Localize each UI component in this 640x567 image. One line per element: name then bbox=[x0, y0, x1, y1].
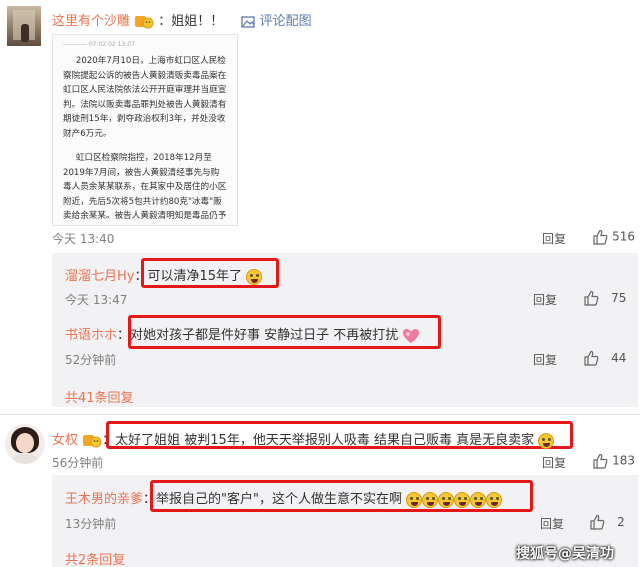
laugh-emoji-icon bbox=[454, 491, 471, 508]
comment-1-header: 这里有个沙雕 ：姐姐！！ 评论配图 bbox=[52, 10, 312, 30]
watermark: 搜狐号@吴清功 bbox=[516, 546, 614, 562]
reply-2-1-time: 13分钟前 bbox=[65, 517, 117, 531]
comment-2-time: 56分钟前 bbox=[52, 456, 104, 470]
reply-1-2-time: 52分钟前 bbox=[65, 353, 117, 367]
comment-2-more-replies-link[interactable]: 共2条回复 bbox=[65, 549, 125, 567]
comment-2-like-count: 183 bbox=[612, 453, 636, 468]
image-icon bbox=[241, 15, 256, 28]
comment-1-time: 今天 13:40 bbox=[52, 232, 115, 246]
thumb-up-icon bbox=[583, 350, 599, 366]
comment-1-text: ：姐姐！！ bbox=[158, 14, 224, 29]
comment-2-header: 女权 ：太好了姐姐 被判15年，他天天举报别人吸毒 结果自己贩毒 真是无良卖家 bbox=[52, 429, 555, 449]
grin-emoji-icon bbox=[538, 432, 555, 449]
reply-2-1-reply-button[interactable]: 回复 bbox=[540, 515, 564, 532]
vip-emoji-icon bbox=[82, 433, 102, 449]
thumb-up-icon bbox=[589, 514, 605, 530]
laugh-emoji-icon bbox=[486, 491, 503, 508]
comment-2-text: ：太好了姐姐 被判15年，他天天举报别人吸毒 结果自己贩毒 真是无良卖家 bbox=[102, 433, 535, 448]
reply-1-2-reply-button[interactable]: 回复 bbox=[533, 351, 557, 368]
laugh-emoji-icon bbox=[246, 268, 263, 285]
reply-1-1: 溜溜七月Hy：可以清净15年了 bbox=[65, 265, 263, 285]
reply-2-1-text: ：举报自己的"客户"，这个人做生意不实在啊 bbox=[143, 492, 402, 507]
reply-1-2: 书语ホホ：对她对孩子都是件好事 安静过日子 不再被打扰 bbox=[65, 324, 420, 344]
thumb-up-icon bbox=[592, 453, 608, 469]
document-paragraph-1: 2020年7月10日，上海市虹口区人民检察院提起公诉的被告人黄毅清贩卖毒品案在虹… bbox=[63, 56, 227, 139]
laugh-emoji-icon bbox=[438, 491, 455, 508]
comment-1-document-image[interactable]: ———— 07:02 02 13.07 2020年7月10日，上海市虹口区人民检… bbox=[52, 34, 238, 226]
reply-1-2-like-count: 44 bbox=[611, 350, 627, 365]
comment-2-reply-button[interactable]: 回复 bbox=[542, 454, 566, 471]
comment-1-like-button[interactable]: 516 bbox=[592, 229, 635, 245]
vip-emoji-icon bbox=[134, 14, 154, 30]
reply-1-2-text: ：对她对孩子都是件好事 安静过日子 不再被打扰 bbox=[117, 328, 399, 343]
heart-emoji-icon bbox=[402, 328, 420, 344]
reply-1-1-like-count: 75 bbox=[611, 290, 627, 305]
comment-1-avatar[interactable] bbox=[7, 6, 41, 46]
comment-2-like-button[interactable]: 183 bbox=[592, 453, 635, 469]
reply-1-1-time: 今天 13:47 bbox=[65, 293, 128, 307]
reply-1-1-reply-button[interactable]: 回复 bbox=[533, 291, 557, 308]
thumb-up-icon bbox=[583, 290, 599, 306]
reply-2-1-like-button[interactable]: 2 bbox=[589, 514, 625, 530]
reply-2-1-like-count: 2 bbox=[617, 514, 625, 529]
comment-picture-link[interactable]: 评论配图 bbox=[241, 14, 312, 29]
laugh-emoji-icon bbox=[470, 491, 487, 508]
comment-1-like-count: 516 bbox=[612, 229, 636, 244]
comment-2-avatar[interactable] bbox=[5, 424, 45, 464]
divider bbox=[0, 414, 640, 415]
document-paragraph-2: 虹口区检察院指控，2018年12月至2019年7月间，被告人黄毅清经事先与购毒人… bbox=[63, 153, 227, 221]
comment-2-author[interactable]: 女权 bbox=[52, 433, 78, 448]
reply-2-1-author[interactable]: 王木男的亲爹 bbox=[65, 492, 143, 507]
reply-1-2-like-button[interactable]: 44 bbox=[583, 350, 626, 366]
laugh-emoji-icon bbox=[422, 491, 439, 508]
reply-2-1: 王木男的亲爹：举报自己的"客户"，这个人做生意不实在啊 bbox=[65, 488, 503, 508]
thumb-up-icon bbox=[592, 229, 608, 245]
document-header: ———— 07:02 02 13.07 bbox=[63, 41, 135, 48]
comment-1-reply-button[interactable]: 回复 bbox=[542, 230, 566, 247]
reply-1-1-like-button[interactable]: 75 bbox=[583, 290, 626, 306]
comment-1-author[interactable]: 这里有个沙雕 bbox=[52, 14, 130, 29]
reply-1-1-author[interactable]: 溜溜七月Hy bbox=[65, 269, 134, 284]
laugh-emoji-icon bbox=[406, 491, 423, 508]
comment-1-more-replies-link[interactable]: 共41条回复 bbox=[65, 387, 134, 406]
reply-1-2-author[interactable]: 书语ホホ bbox=[65, 328, 117, 343]
reply-1-1-text: ：可以清净15年了 bbox=[134, 269, 243, 284]
